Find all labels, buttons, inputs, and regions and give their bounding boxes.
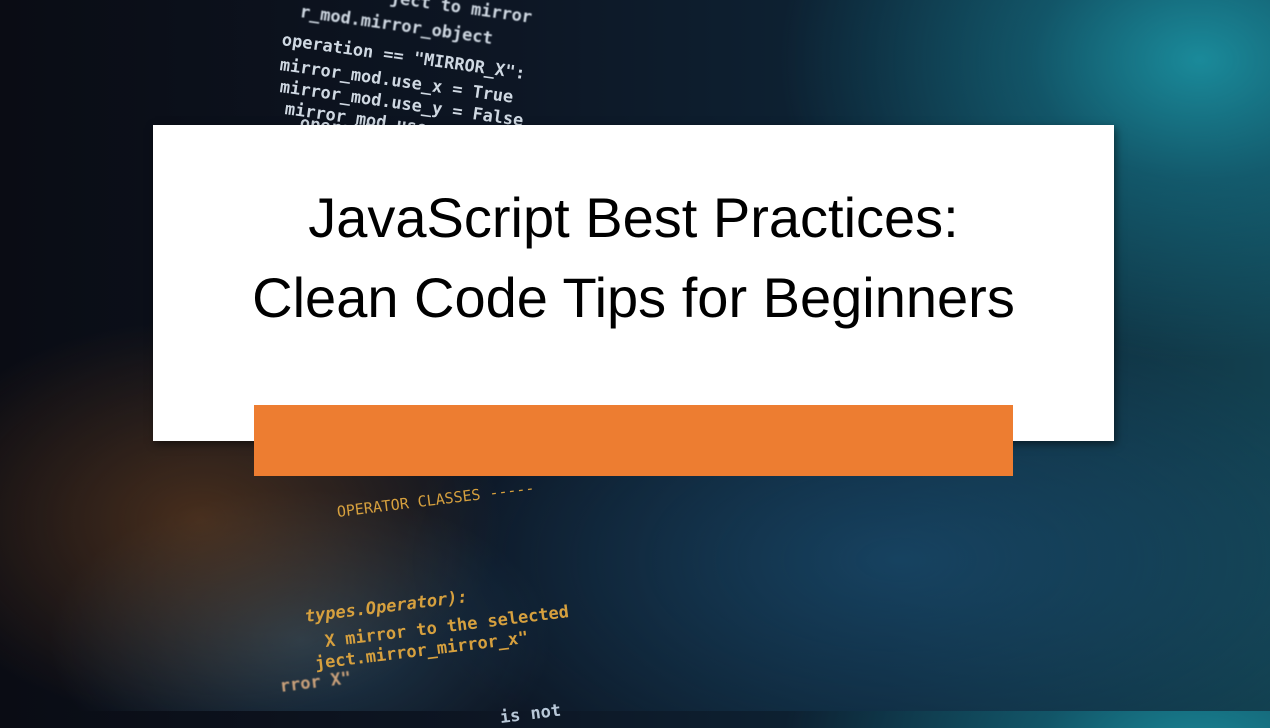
- accent-bar: [254, 405, 1013, 476]
- code-line: OPERATOR CLASSES -----: [335, 478, 536, 521]
- code-line: rror X": [278, 668, 353, 697]
- slide-title: JavaScript Best Practices: Clean Code Ti…: [153, 178, 1114, 338]
- code-line: is not: [498, 700, 563, 728]
- title-line-1: JavaScript Best Practices:: [308, 186, 959, 249]
- title-line-2: Clean Code Tips for Beginners: [252, 266, 1015, 329]
